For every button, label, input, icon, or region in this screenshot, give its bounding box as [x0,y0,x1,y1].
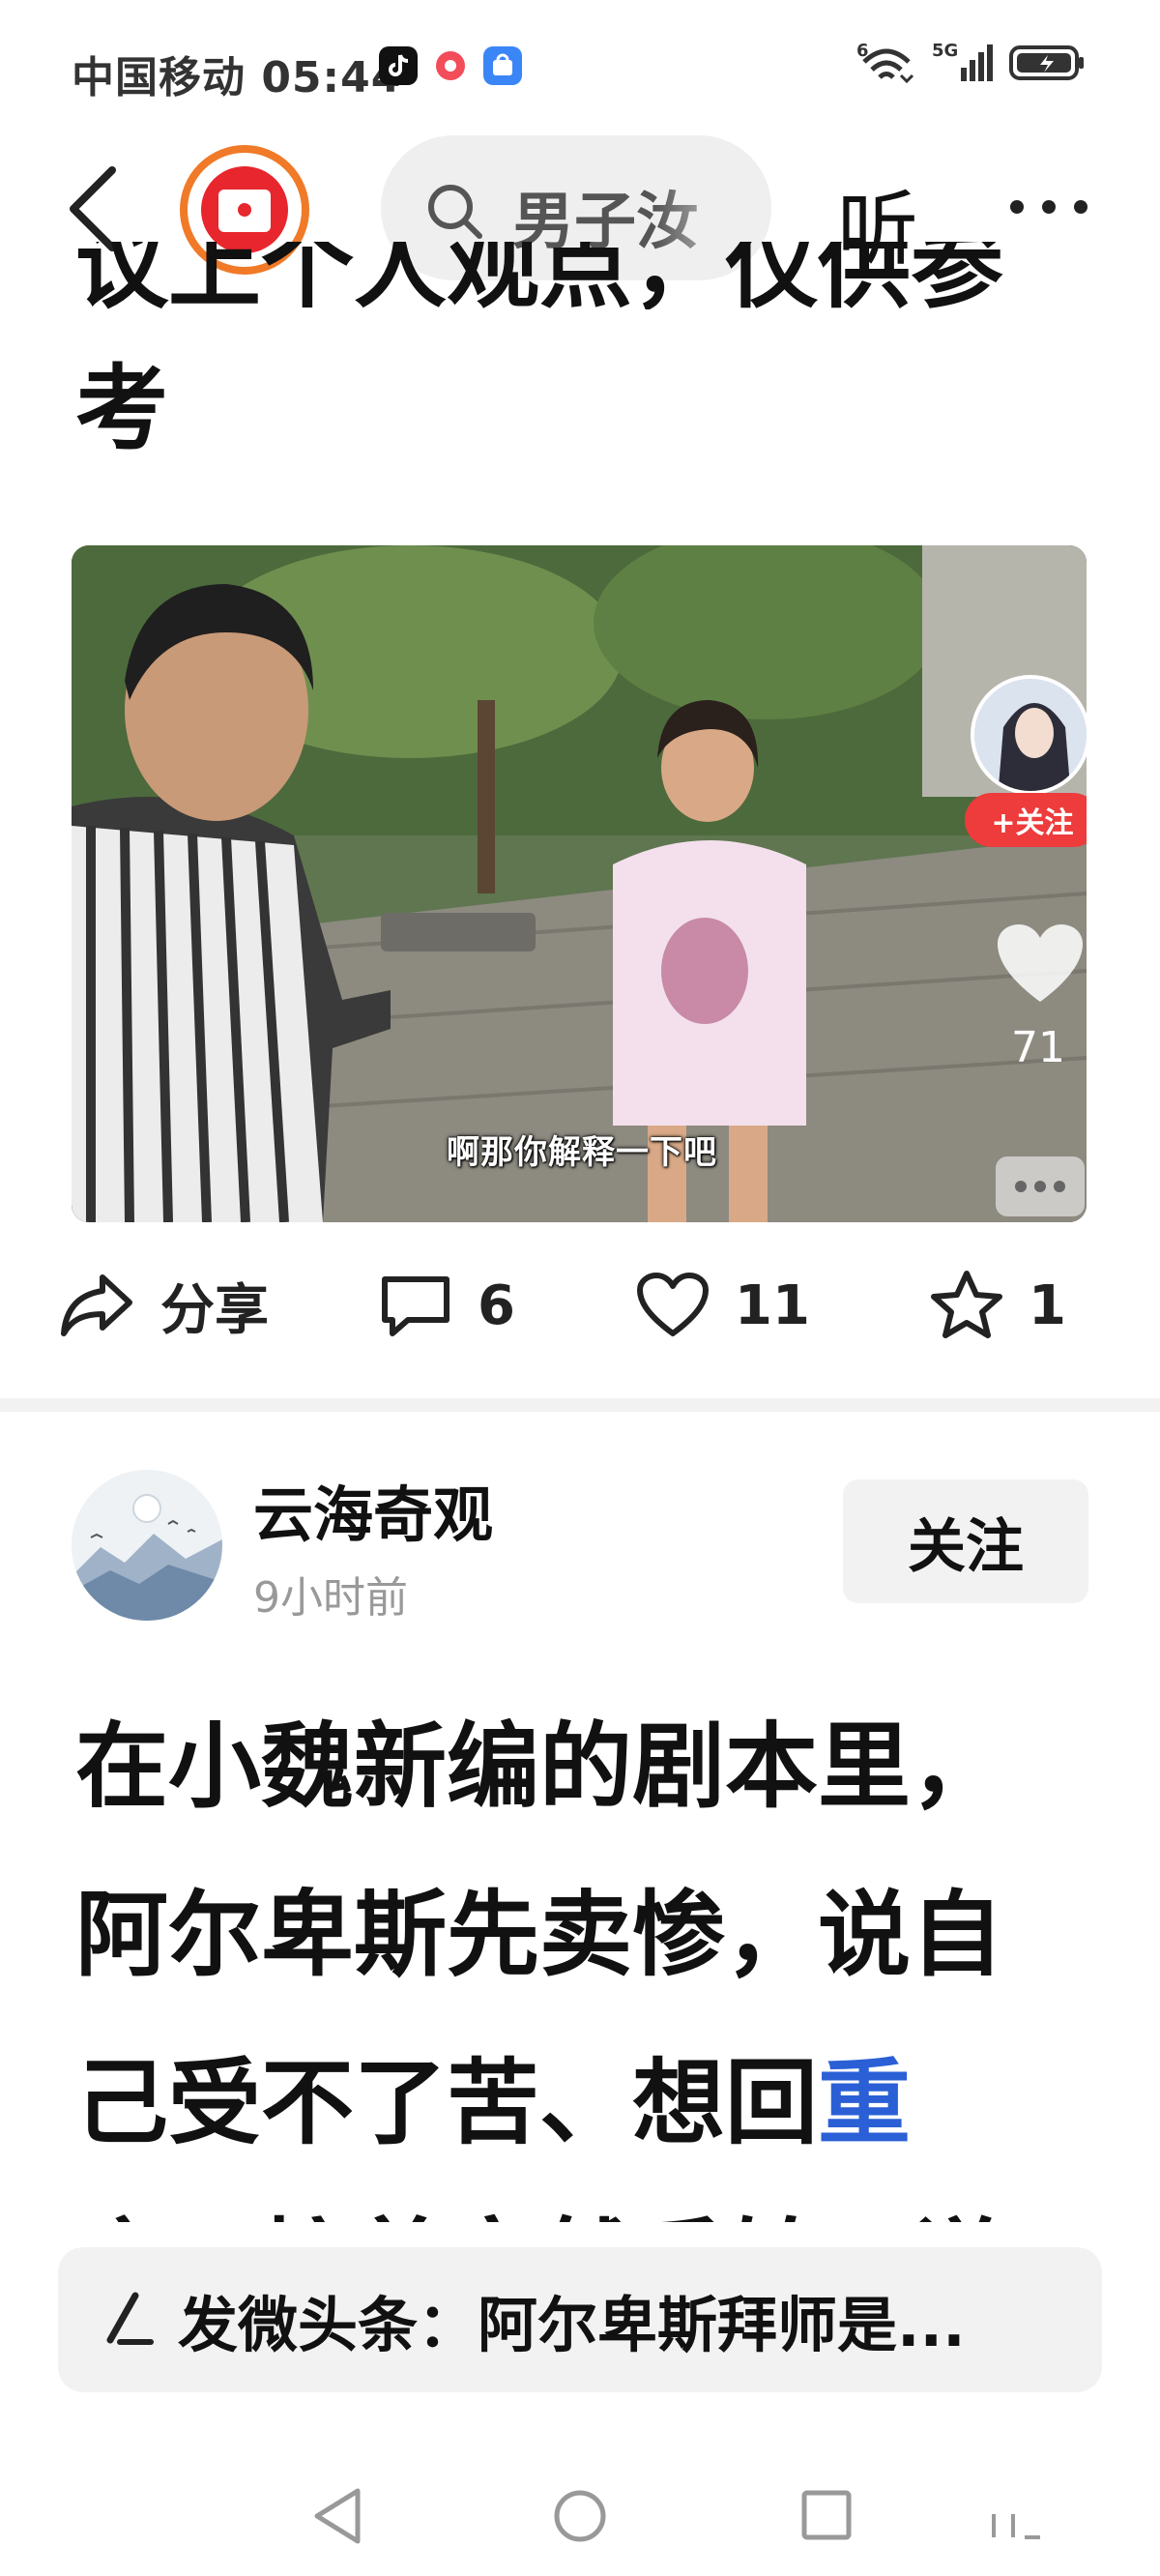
red-envelope-icon [201,166,288,253]
article-body-line-3-text: 己受不了苦、想回 [75,2049,818,2157]
keyword-link[interactable]: 重 [818,2049,911,2157]
star-icon [931,1271,1002,1338]
author-name[interactable]: 云海奇观 [253,1466,493,1553]
post-microblog-bar[interactable]: 发微头条：阿尔卑斯拜师是... [58,2247,1102,2392]
article-body-line-1: 在小魏新编的剧本里， [75,1712,1003,1821]
post-bar-text: 发微头条：阿尔卑斯拜师是... [178,2290,966,2360]
follow-button[interactable]: 关注 [843,1479,1088,1603]
comment-icon [382,1276,450,1336]
pen-icon [106,2292,154,2345]
cellular-signal-icon: 5G [932,41,993,81]
like-count: 11 [735,1273,810,1337]
share-label: 分享 [160,1278,269,1342]
article-body[interactable]: 在小魏新编的剧本里， 阿尔卑斯先卖惨，说自 己受不了苦、想回重 [75,1683,1110,2187]
video-like-count: 71 [1011,1023,1065,1072]
app-market-icon [483,46,522,85]
comment-button[interactable]: 6 [379,1257,515,1354]
svg-text:5G: 5G [932,41,958,61]
nav-back-icon[interactable] [309,2485,367,2547]
favorite-count: 1 [1029,1273,1066,1337]
music-icon [431,46,470,85]
video-like-icon[interactable] [994,921,1087,1008]
author-avatar[interactable] [72,1470,222,1621]
share-button[interactable]: 分享 [58,1257,269,1354]
battery-icon [1009,45,1084,80]
article-action-bar: 分享 6 11 1 [0,1257,1160,1354]
search-icon [428,185,482,239]
section-divider [0,1398,1160,1412]
nav-menu-icon[interactable] [984,2508,1042,2543]
video-frame [72,545,1087,1222]
nav-home-icon[interactable] [551,2485,609,2547]
creator-avatar[interactable] [971,675,1087,795]
video-follow-button[interactable]: +关注 [965,793,1087,847]
share-icon [61,1274,132,1336]
video-subtitle: 啊那你解释一下吧 [447,1133,717,1172]
wifi-icon: 6 [856,41,914,84]
video-more-button[interactable] [996,1156,1085,1216]
like-button[interactable]: 11 [636,1257,810,1354]
article-body-line-3: 己受不了苦、想回重 [75,2019,1110,2187]
system-navigation-bar [0,2456,1160,2576]
video-player[interactable]: 啊那你解释一下吧 +关注 71 [72,545,1087,1222]
heart-icon [637,1273,709,1336]
nav-recents-icon[interactable] [798,2485,856,2547]
favorite-button[interactable]: 1 [930,1257,1066,1354]
more-options-button[interactable] [1005,178,1092,236]
article-title-clipped-line: 议上个人观点，仅供参 [75,242,1003,309]
post-time: 9小时前 [253,1573,408,1623]
more-dots-icon [1010,200,1088,214]
carrier-time: 中国移动 05:44 [72,53,402,102]
status-bar: 中国移动 05:44 6 5G [0,0,1160,135]
status-indicators: 6 5G [856,39,1087,87]
comment-count: 6 [478,1273,515,1337]
article-body-line-2: 阿尔卑斯先卖惨，说自 [75,1881,1003,1989]
article-title-tail: 考 [75,355,168,463]
article-body-clipped-line: 庆，接着突然反转，说 [75,2187,1110,2222]
tiktok-icon [379,46,418,85]
